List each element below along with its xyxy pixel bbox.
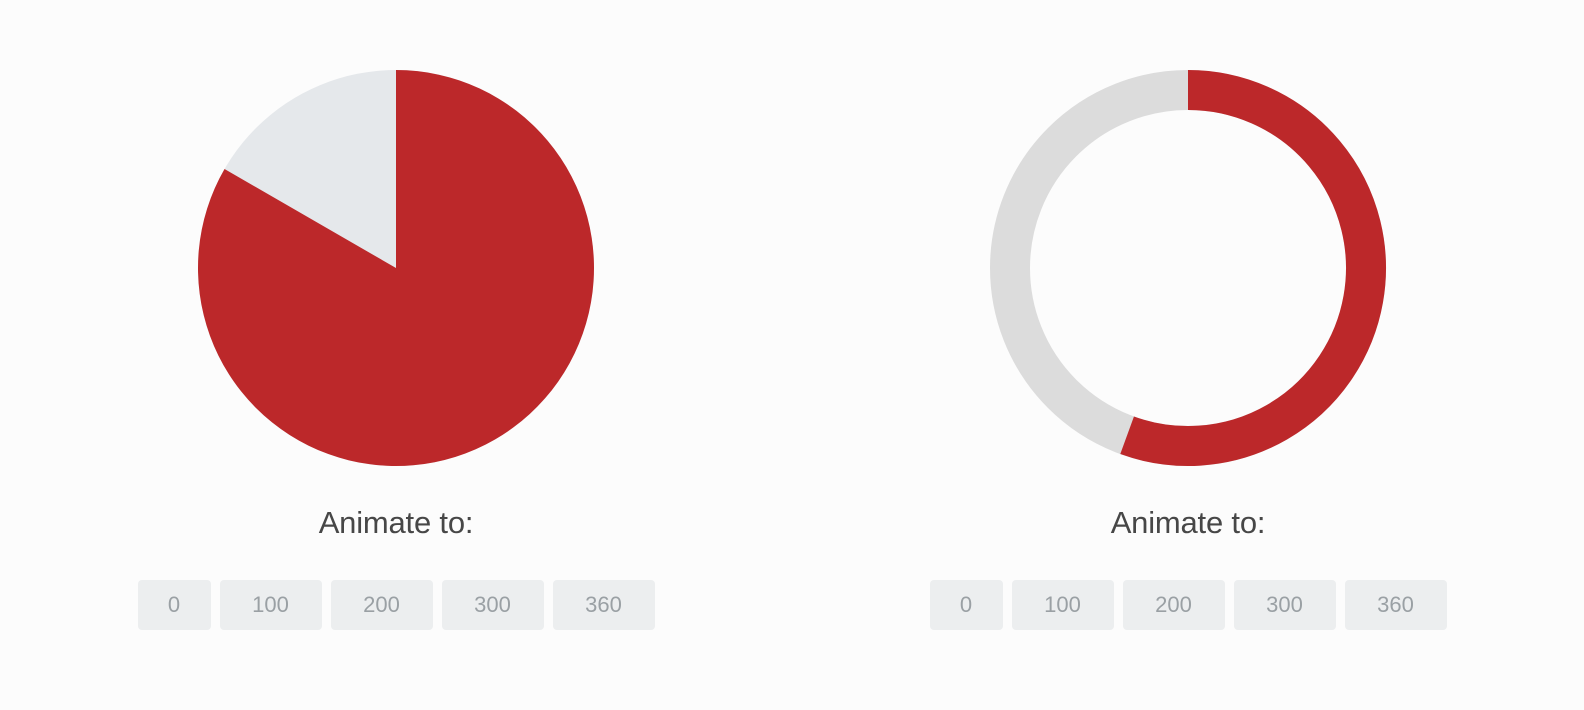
pie-animate-360-button[interactable]: 360	[552, 580, 655, 630]
ring-animate-0-button[interactable]: 0	[929, 580, 1003, 630]
ring-animate-100-button[interactable]: 100	[1011, 580, 1114, 630]
pie-animate-0-button[interactable]: 0	[137, 580, 211, 630]
ring-button-row: 0 100 200 300 360	[792, 580, 1584, 630]
ring-panel: Animate to: 0 100 200 300 360	[792, 0, 1584, 710]
ring-animate-200-button[interactable]: 200	[1122, 580, 1225, 630]
pie-caption: Animate to:	[318, 505, 474, 540]
pie-animate-300-button[interactable]: 300	[441, 580, 544, 630]
pie-panel: Animate to: 0 100 200 300 360	[0, 0, 792, 710]
ring-animate-360-button[interactable]: 360	[1344, 580, 1447, 630]
pie-animate-200-button[interactable]: 200	[330, 580, 433, 630]
pie-animate-100-button[interactable]: 100	[219, 580, 322, 630]
pie-chart	[198, 70, 594, 467]
ring-animate-300-button[interactable]: 300	[1233, 580, 1336, 630]
ring-fill-arc	[1120, 70, 1386, 466]
pie-button-row: 0 100 200 300 360	[0, 580, 792, 630]
ring-caption: Animate to:	[1110, 505, 1266, 540]
ring-chart	[990, 70, 1386, 466]
